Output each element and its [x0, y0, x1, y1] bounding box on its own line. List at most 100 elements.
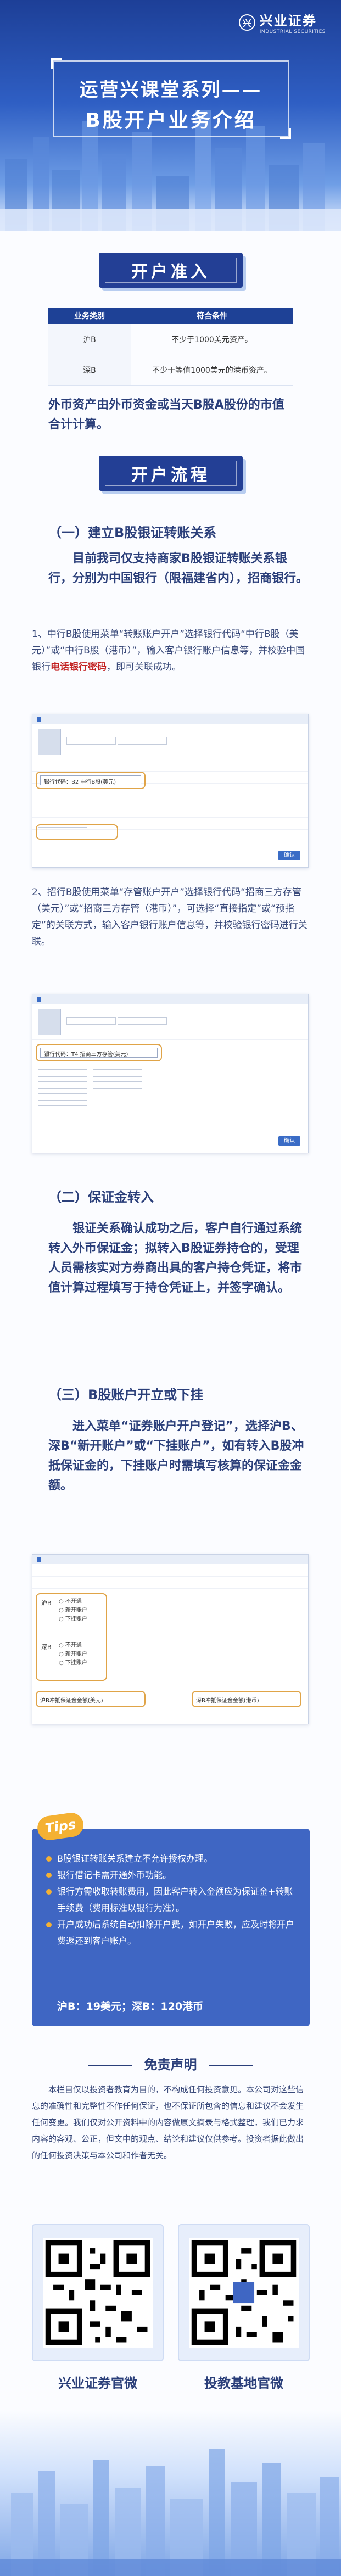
select-label: 银行代码 [44, 779, 66, 785]
table-header-row: 业务类别 符合条件 [48, 308, 293, 324]
fee-rates: 沪B：19美元；深B：120港币 [57, 2001, 204, 2013]
radio-option[interactable]: ○ 不开通 [59, 1597, 87, 1606]
option-label: 不开通 [65, 1599, 82, 1605]
form-field[interactable] [38, 1105, 87, 1113]
section-banner-admission: 开户准入 [99, 253, 243, 288]
form-field[interactable] [38, 1069, 87, 1077]
table-header: 符合条件 [131, 308, 293, 324]
tips-tag: Tips [36, 1811, 85, 1842]
footer-skyline [0, 2411, 341, 2576]
section-banner-process: 开户流程 [99, 456, 243, 491]
table-cell: 沪B [48, 324, 131, 355]
bank-code-select[interactable]: 银行代码：T4 招商三方存管(美元) [40, 1048, 158, 1058]
disclaimer-title-text: 免责声明 [144, 2057, 197, 2072]
bank-code-select[interactable]: 银行代码：B2 中行B股(美元) [40, 775, 141, 785]
sh-b-options: ○ 不开通 ○ 新开账户 ○ 下挂账户 [59, 1597, 87, 1624]
tips-box: Tips B股银证转账关系建立不允许授权办理。 银行借记卡需开通外币功能。 银行… [32, 1811, 310, 2026]
hero-banner: 兴 兴业证券 INDUSTRIAL SECURITIES 运营兴课堂系列—— B… [0, 0, 341, 231]
sz-b-amount-label: 深B冲抵保证金金额(港币) [196, 1698, 259, 1704]
table-row: 深B 不少于等值1000美元的港币资产。 [48, 355, 293, 386]
select-value: T4 招商三方存管(美元) [71, 1052, 128, 1058]
page-title: B股开户业务介绍 [85, 109, 256, 132]
window-toolbar [32, 994, 308, 1004]
radio-option[interactable]: ○ 新开账户 [59, 1606, 87, 1615]
radio-option[interactable]: ○ 下挂账户 [59, 1659, 87, 1668]
form-field[interactable] [93, 1081, 142, 1089]
form-row [32, 1079, 308, 1091]
screenshot-cmb-depository: 银行代码：T4 招商三方存管(美元) 确认 [32, 994, 309, 1153]
table-cell: 深B [48, 355, 131, 386]
disclaimer-title: 免责声明 [0, 2054, 341, 2073]
radio-option[interactable]: ○ 新开账户 [59, 1650, 87, 1659]
form-row [32, 806, 308, 818]
window-icon [37, 1557, 41, 1562]
qr-label-official: 兴业证券官微 [58, 2376, 137, 2391]
sh-b-label: 沪B [41, 1600, 52, 1607]
disclaimer-text: 本栏目仅以投资者教育为目的，不构成任何投资意见。本公司对这些信息的准确性和完整性… [32, 2085, 304, 2160]
form-field[interactable] [38, 1093, 87, 1101]
screenshot-account-register: 沪B ○ 不开通 ○ 新开账户 ○ 下挂账户 深B ○ 不开通 ○ 新开账户 ○… [32, 1554, 309, 1724]
form-field[interactable] [38, 761, 87, 769]
qr-card-education [178, 2224, 310, 2361]
avatar [38, 1008, 61, 1035]
form-field[interactable] [148, 807, 197, 815]
table-cell: 不少于1000美元资产。 [131, 324, 293, 355]
list-item: B股银证转账关系建立不允许授权办理。 [45, 1851, 297, 1867]
window-icon [37, 997, 41, 1002]
tips-list: B股银证转账关系建立不允许授权办理。 银行借记卡需开通外币功能。 银行方需收取转… [45, 1851, 297, 1949]
form-field[interactable] [93, 807, 142, 815]
admission-table: 业务类别 符合条件 沪B 不少于1000美元资产。 深B 不少于等值1000美元… [48, 308, 293, 386]
avatar [38, 728, 61, 755]
phone-password-highlight: 电话银行密码 [51, 662, 107, 673]
form-field[interactable] [93, 761, 142, 769]
form-field[interactable] [38, 1566, 87, 1574]
radio-option[interactable]: ○ 不开通 [59, 1641, 87, 1650]
qr-code-icon [43, 2238, 153, 2348]
form-row [32, 1067, 308, 1079]
form-field[interactable] [38, 1081, 87, 1089]
info-field [118, 737, 167, 745]
window-icon [37, 717, 41, 722]
series-title: 运营兴课堂系列—— [79, 79, 262, 101]
option-label: 不开通 [65, 1642, 82, 1649]
form-field[interactable] [38, 1578, 87, 1586]
form-field[interactable] [93, 1566, 142, 1574]
account-option-highlight: 沪B ○ 不开通 ○ 新开账户 ○ 下挂账户 深B ○ 不开通 ○ 新开账户 ○… [36, 1593, 107, 1681]
qr-code-icon [189, 2238, 299, 2348]
select-label: 银行代码 [44, 1052, 66, 1058]
window-toolbar [32, 714, 308, 724]
form-field[interactable] [93, 1069, 142, 1077]
confirm-button[interactable]: 确认 [278, 851, 300, 860]
customer-info-row [32, 1004, 308, 1040]
option-label: 新开账户 [65, 1607, 87, 1613]
select-value: B2 中行B股(美元) [71, 779, 116, 785]
form-row [32, 759, 308, 772]
footer-skyline-illustration [0, 2449, 341, 2576]
sh-b-amount-label: 沪B冲抵保证金金额(美元) [40, 1698, 103, 1704]
list-item: 开户成功后系统自动扣除开户费，如开户失败，应及时将开户费返还到客户账户。 [45, 1916, 297, 1949]
section-title: 开户准入 [105, 258, 237, 283]
customer-fields [66, 737, 167, 746]
option-label: 下挂账户 [65, 1616, 87, 1622]
bank-intro: 目前我司仅支持商家B股银证转账关系银行，分别为中国银行（限福建省内），招商银行。 [48, 552, 309, 585]
bank-code-highlight: 银行代码：B2 中行B股(美元) [36, 772, 146, 789]
form-row [32, 1564, 308, 1577]
form-row [32, 1103, 308, 1115]
list-item: 银行借记卡需开通外币功能。 [45, 1867, 297, 1884]
customer-fields [66, 1017, 167, 1026]
qr-card-official [32, 2224, 164, 2361]
radio-option[interactable]: ○ 下挂账户 [59, 1615, 87, 1624]
form-row [32, 1577, 308, 1589]
qr-label-education: 投教基地官微 [204, 2376, 283, 2391]
step-1-text: 1、中行B股使用菜单“转账账户开户”选择银行代码“中行B股（美元）”或“中行B股… [32, 626, 309, 675]
form-field[interactable] [38, 807, 87, 815]
confirm-button[interactable]: 确认 [278, 1136, 300, 1146]
window-toolbar [32, 1555, 308, 1564]
hero-title-frame: 运营兴课堂系列—— B股开户业务介绍 [51, 58, 291, 139]
option-label: 下挂账户 [65, 1660, 87, 1666]
password-highlight [36, 824, 118, 840]
step-1-part-c: ，即可关联成功。 [107, 662, 181, 673]
subheading-deposit: （二）保证金转入 [48, 1189, 154, 1205]
info-field [66, 737, 116, 745]
step-2-text: 2、招行B股使用菜单“存管账户开户”选择银行代码“招商三方存管（美元）”或“招商… [32, 887, 308, 947]
